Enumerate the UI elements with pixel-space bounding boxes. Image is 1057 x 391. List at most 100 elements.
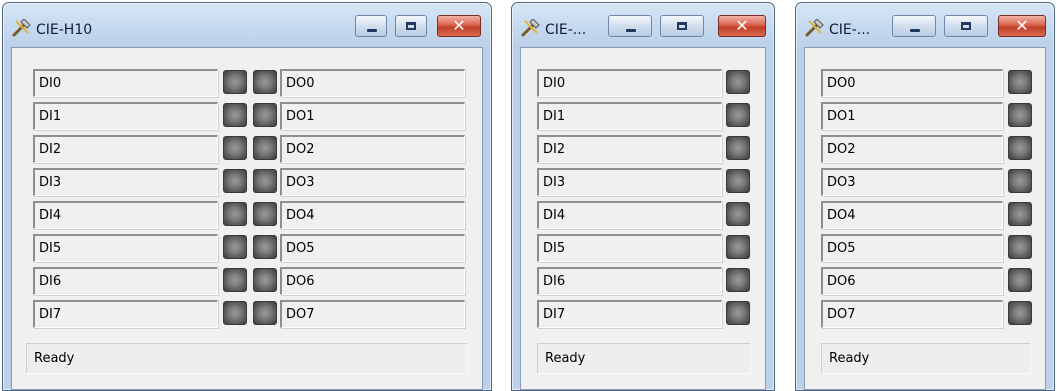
io-row: DO1 bbox=[805, 102, 1045, 135]
do-led-icon[interactable] bbox=[1008, 301, 1032, 325]
close-button[interactable]: ✕ bbox=[998, 15, 1046, 37]
do-led-icon[interactable] bbox=[253, 169, 277, 193]
do-field[interactable]: DO7 bbox=[280, 300, 465, 328]
di-led-icon bbox=[726, 202, 750, 226]
io-row: DI7 DO7 bbox=[12, 300, 482, 333]
do-led-icon[interactable] bbox=[1008, 235, 1032, 259]
minimize-icon bbox=[367, 29, 377, 32]
io-row: DO2 bbox=[805, 135, 1045, 168]
do-led-icon[interactable] bbox=[1008, 202, 1032, 226]
window-title: CIE-H10 bbox=[36, 22, 93, 38]
di-field[interactable]: DI2 bbox=[537, 135, 722, 163]
di-led-icon bbox=[726, 70, 750, 94]
close-button[interactable]: ✕ bbox=[437, 15, 481, 37]
do-led-icon[interactable] bbox=[253, 70, 277, 94]
do-led-icon[interactable] bbox=[253, 136, 277, 160]
di-field[interactable]: DI2 bbox=[33, 135, 218, 163]
do-field[interactable]: DO0 bbox=[280, 69, 465, 97]
title-bar[interactable]: CIE-... ✕ bbox=[512, 3, 774, 47]
io-row: DI6 bbox=[521, 267, 765, 300]
io-row: DO7 bbox=[805, 300, 1045, 333]
di-led-icon bbox=[726, 268, 750, 292]
maximize-icon bbox=[406, 22, 416, 30]
do-led-icon[interactable] bbox=[1008, 103, 1032, 127]
di-field[interactable]: DI3 bbox=[33, 168, 218, 196]
tools-icon[interactable] bbox=[521, 18, 541, 37]
do-led-icon[interactable] bbox=[1008, 136, 1032, 160]
io-row: DI4 bbox=[521, 201, 765, 234]
di-field[interactable]: DI0 bbox=[33, 69, 218, 97]
cie-do-window: CIE-... ✕ DO0 DO1 DO2 DO3 DO4 DO5 DO6 DO… bbox=[795, 2, 1055, 391]
di-field[interactable]: DI3 bbox=[537, 168, 722, 196]
minimize-button[interactable] bbox=[892, 15, 936, 37]
do-led-icon[interactable] bbox=[1008, 268, 1032, 292]
minimize-button[interactable] bbox=[355, 15, 387, 37]
do-field[interactable]: DO2 bbox=[280, 135, 465, 163]
di-led-icon bbox=[223, 235, 247, 259]
do-field[interactable]: DO2 bbox=[821, 135, 1003, 163]
io-row: DI2 bbox=[521, 135, 765, 168]
di-field[interactable]: DI5 bbox=[33, 234, 218, 262]
do-field[interactable]: DO5 bbox=[821, 234, 1003, 262]
title-bar[interactable]: CIE-... ✕ bbox=[796, 3, 1054, 47]
do-led-icon[interactable] bbox=[1008, 169, 1032, 193]
di-field[interactable]: DI0 bbox=[537, 69, 722, 97]
maximize-button[interactable] bbox=[660, 15, 704, 37]
do-led-icon[interactable] bbox=[253, 103, 277, 127]
tools-icon[interactable] bbox=[805, 18, 825, 37]
di-field[interactable]: DI7 bbox=[537, 300, 722, 328]
minimize-icon bbox=[910, 29, 920, 32]
do-field[interactable]: DO5 bbox=[280, 234, 465, 262]
minimize-button[interactable] bbox=[608, 15, 652, 37]
io-row: DI2 DO2 bbox=[12, 135, 482, 168]
do-led-icon[interactable] bbox=[253, 301, 277, 325]
do-field[interactable]: DO1 bbox=[821, 102, 1003, 130]
io-row: DO0 bbox=[805, 69, 1045, 102]
di-led-icon bbox=[726, 301, 750, 325]
status-bar: Ready bbox=[26, 343, 468, 374]
do-field[interactable]: DO1 bbox=[280, 102, 465, 130]
do-led-icon[interactable] bbox=[253, 235, 277, 259]
close-icon: ✕ bbox=[735, 16, 749, 35]
maximize-icon bbox=[961, 22, 971, 30]
di-led-icon bbox=[726, 103, 750, 127]
di-field[interactable]: DI6 bbox=[33, 267, 218, 295]
title-bar[interactable]: CIE-H10 ✕ bbox=[3, 3, 491, 47]
di-field[interactable]: DI1 bbox=[537, 102, 722, 130]
do-led-icon[interactable] bbox=[1008, 70, 1032, 94]
do-field[interactable]: DO3 bbox=[821, 168, 1003, 196]
do-field[interactable]: DO6 bbox=[821, 267, 1003, 295]
di-led-icon bbox=[223, 70, 247, 94]
maximize-button[interactable] bbox=[395, 15, 427, 37]
do-field[interactable]: DO6 bbox=[280, 267, 465, 295]
minimize-icon bbox=[626, 29, 636, 32]
di-led-icon bbox=[223, 136, 247, 160]
di-led-icon bbox=[223, 202, 247, 226]
do-field[interactable]: DO4 bbox=[821, 201, 1003, 229]
di-led-icon bbox=[726, 136, 750, 160]
io-row: DI3 DO3 bbox=[12, 168, 482, 201]
cie-di-window: CIE-... ✕ DI0 DI1 DI2 DI3 DI4 DI5 DI6 DI… bbox=[511, 2, 775, 391]
di-field[interactable]: DI7 bbox=[33, 300, 218, 328]
io-row: DI1 bbox=[521, 102, 765, 135]
io-row: DI7 bbox=[521, 300, 765, 333]
do-field[interactable]: DO3 bbox=[280, 168, 465, 196]
di-led-icon bbox=[223, 169, 247, 193]
di-field[interactable]: DI1 bbox=[33, 102, 218, 130]
do-field[interactable]: DO0 bbox=[821, 69, 1003, 97]
io-row: DI5 bbox=[521, 234, 765, 267]
di-field[interactable]: DI4 bbox=[33, 201, 218, 229]
do-field[interactable]: DO4 bbox=[280, 201, 465, 229]
di-field[interactable]: DI5 bbox=[537, 234, 722, 262]
tools-icon[interactable] bbox=[12, 18, 32, 37]
di-field[interactable]: DI4 bbox=[537, 201, 722, 229]
close-button[interactable]: ✕ bbox=[718, 15, 766, 37]
maximize-button[interactable] bbox=[944, 15, 988, 37]
do-field[interactable]: DO7 bbox=[821, 300, 1003, 328]
client-area: DI0 DO0 DI1 DO1 DI2 DO2 DI3 DO3 DI4 DO4 … bbox=[11, 47, 483, 390]
do-led-icon[interactable] bbox=[253, 268, 277, 292]
do-led-icon[interactable] bbox=[253, 202, 277, 226]
di-field[interactable]: DI6 bbox=[537, 267, 722, 295]
io-row: DI0 bbox=[521, 69, 765, 102]
close-icon: ✕ bbox=[1015, 16, 1029, 35]
